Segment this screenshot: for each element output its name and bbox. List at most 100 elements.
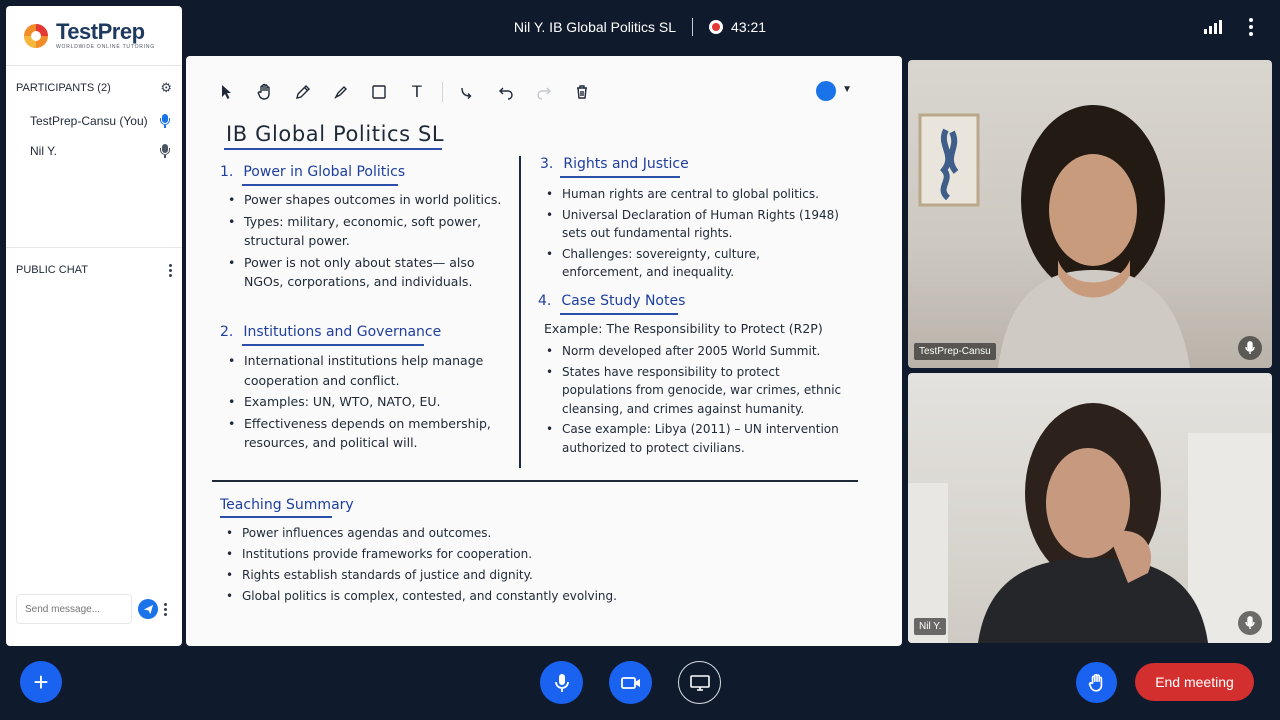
section-heading: 4. Case Study Notes: [538, 293, 686, 309]
video-camera-icon: [620, 676, 640, 689]
chevron-down-icon[interactable]: ▼: [842, 84, 852, 95]
title-underline: [224, 148, 442, 150]
summary-divider: [212, 480, 858, 482]
select-pointer-icon[interactable]: [216, 81, 238, 103]
bullet-item: Power shapes outcomes in world politics.: [226, 190, 506, 210]
summary-heading: Teaching Summary: [220, 497, 354, 513]
microphone-button[interactable]: [540, 661, 583, 704]
logo: TestPrep WORLDWIDE ONLINE TUTORING: [6, 6, 182, 66]
heading-underline: [560, 313, 678, 315]
record-icon: [709, 20, 724, 34]
section-heading: 1. Power in Global Politics: [220, 164, 406, 180]
end-meeting-button[interactable]: End meeting: [1135, 663, 1254, 701]
participant-name: TestPrep-Cansu (You): [30, 114, 148, 128]
bullet-item: Power influences agendas and outcomes.: [224, 524, 824, 543]
bullet-item: Global politics is complex, contested, a…: [224, 587, 824, 606]
rectangle-icon[interactable]: [368, 81, 390, 103]
bullet-item: Human rights are central to global polit…: [544, 185, 844, 204]
whiteboard-toolbar: T ▼: [208, 74, 880, 110]
microphone-icon[interactable]: [1238, 611, 1262, 635]
participant-video-frame: [918, 105, 1190, 368]
connector-icon[interactable]: [457, 81, 479, 103]
testprep-logo-icon: [22, 22, 50, 50]
send-icon[interactable]: [138, 599, 158, 619]
bullet-item: Types: military, economic, soft power, s…: [226, 212, 506, 251]
participant-name: Nil Y.: [30, 144, 57, 158]
chat-options-icon[interactable]: [169, 263, 172, 277]
undo-icon[interactable]: [495, 81, 517, 103]
video-tile-nil[interactable]: Nil Y.: [908, 373, 1272, 643]
participant-name-tag: TestPrep-Cansu: [914, 343, 996, 360]
microphone-icon[interactable]: [1238, 336, 1262, 360]
participant-video-frame: [908, 403, 1272, 643]
monitor-icon: [689, 674, 710, 691]
microphone-icon[interactable]: [160, 114, 170, 128]
public-chat-header: PUBLIC CHAT: [6, 256, 182, 284]
section-heading: 2. Institutions and Governance: [220, 324, 442, 340]
recording-timer: 43:21: [731, 19, 767, 35]
camera-button[interactable]: [609, 661, 652, 704]
bullet-item: Effectiveness depends on membership, res…: [226, 414, 506, 453]
bullet-item: Institutions provide frameworks for coop…: [224, 545, 824, 564]
heading-underline: [220, 516, 332, 518]
chat-composer: [16, 594, 176, 624]
redo-icon[interactable]: [533, 81, 555, 103]
signal-icon[interactable]: [1204, 20, 1222, 34]
section-heading: 3. Rights and Justice: [540, 156, 689, 172]
example-line: Example: The Responsibility to Protect (…: [544, 321, 823, 336]
more-vertical-icon[interactable]: [1246, 18, 1256, 36]
raise-hand-button[interactable]: [1076, 662, 1117, 703]
highlighter-icon[interactable]: [330, 81, 352, 103]
sidebar-divider: [6, 247, 182, 248]
heading-underline: [242, 184, 398, 186]
section-bullets: Norm developed after 2005 World Summit. …: [544, 342, 844, 459]
section-bullets: Power shapes outcomes in world politics.…: [226, 190, 506, 294]
participant-item[interactable]: Nil Y.: [6, 136, 182, 166]
logo-tagline: WORLDWIDE ONLINE TUTORING: [56, 44, 155, 50]
bullet-item: Challenges: sovereignty, culture, enforc…: [544, 245, 844, 282]
bullet-item: States have responsibility to protect po…: [544, 363, 844, 419]
pencil-icon[interactable]: [292, 81, 314, 103]
gear-icon[interactable]: ⚙: [160, 80, 172, 96]
microphone-icon: [554, 673, 569, 692]
bullet-item: Rights establish standards of justice an…: [224, 566, 824, 585]
whiteboard[interactable]: T ▼ IB Global Politics SL 1. Power in Glo…: [186, 56, 902, 646]
chat-more-icon[interactable]: [164, 602, 167, 616]
top-bar: Nil Y. IB Global Politics SL 43:21: [0, 0, 1280, 56]
toolbar-separator: [442, 82, 443, 102]
bullet-item: Case example: Libya (2011) – UN interven…: [544, 420, 844, 457]
bullet-item: Examples: UN, WTO, NATO, EU.: [226, 392, 506, 412]
bullet-item: Power is not only about states— also NGO…: [226, 253, 506, 292]
add-button[interactable]: +: [20, 661, 62, 703]
meeting-info: Nil Y. IB Global Politics SL 43:21: [0, 18, 1280, 36]
recording-indicator: 43:21: [709, 19, 766, 35]
heading-underline: [560, 176, 680, 178]
bullet-item: International institutions help manage c…: [226, 351, 506, 390]
board-title: IB Global Politics SL: [226, 122, 445, 146]
participant-item[interactable]: TestPrep-Cansu (You): [6, 106, 182, 136]
microphone-icon[interactable]: [160, 144, 170, 158]
raise-hand-icon: [1088, 673, 1102, 692]
screen-share-button[interactable]: [678, 661, 721, 704]
chat-message-input[interactable]: [16, 594, 132, 624]
video-tile-cansu[interactable]: TestPrep-Cansu: [908, 60, 1272, 368]
bullet-item: Norm developed after 2005 World Summit.: [544, 342, 844, 361]
heading-underline: [242, 344, 424, 346]
participant-list: TestPrep-Cansu (You) Nil Y.: [6, 106, 182, 166]
participants-header: PARTICIPANTS (2) ⚙: [6, 74, 182, 102]
bullet-item: Universal Declaration of Human Rights (1…: [544, 206, 844, 243]
trash-icon[interactable]: [571, 81, 593, 103]
color-picker-swatch[interactable]: [816, 81, 836, 101]
sidebar: TestPrep WORLDWIDE ONLINE TUTORING PARTI…: [6, 6, 182, 646]
pan-hand-icon[interactable]: [254, 81, 276, 103]
column-divider: [519, 156, 521, 468]
summary-bullets: Power influences agendas and outcomes. I…: [224, 524, 824, 608]
text-tool-icon[interactable]: T: [406, 81, 428, 103]
section-bullets: International institutions help manage c…: [226, 351, 506, 455]
meeting-title: Nil Y. IB Global Politics SL: [513, 19, 677, 35]
participant-name-tag: Nil Y.: [914, 618, 947, 635]
participants-label: PARTICIPANTS (2): [16, 82, 111, 94]
plus-icon: +: [33, 666, 49, 697]
public-chat-label: PUBLIC CHAT: [16, 264, 88, 276]
title-separator: [692, 18, 694, 36]
